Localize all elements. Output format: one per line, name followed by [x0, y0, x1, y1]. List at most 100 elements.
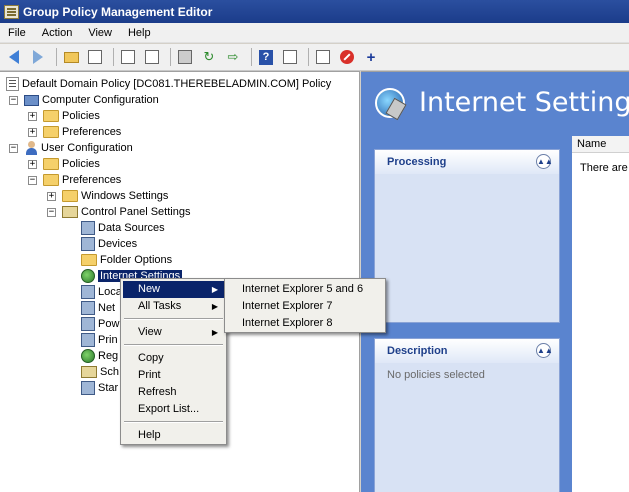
- menu-item-label: New: [138, 283, 161, 295]
- tree-label: Policies: [62, 110, 100, 122]
- help-icon[interactable]: ?: [256, 47, 276, 67]
- menu-item-view[interactable]: View ▶: [123, 324, 224, 341]
- folder-icon: [43, 110, 59, 122]
- tree-item-uc-policies[interactable]: + Policies: [28, 156, 100, 172]
- menu-item-new[interactable]: New ▶: [123, 281, 224, 298]
- tree-label: Windows Settings: [81, 190, 169, 202]
- copy-icon[interactable]: [118, 47, 138, 67]
- tree-item-printers[interactable]: Prin: [81, 332, 118, 348]
- user-icon: [24, 141, 38, 155]
- menu-item-label: View: [138, 326, 162, 338]
- tree-item-data-sources[interactable]: Data Sources: [81, 220, 165, 236]
- column-header-name[interactable]: Name: [572, 136, 629, 153]
- expand-toggle[interactable]: +: [28, 159, 37, 169]
- menu-help[interactable]: Help: [120, 27, 159, 39]
- filter-icon[interactable]: [313, 47, 333, 67]
- collapse-chevron-icon[interactable]: ▲▲: [536, 154, 553, 169]
- processing-panel: Processing ▲▲: [374, 149, 560, 323]
- menu-item-refresh[interactable]: Refresh: [123, 384, 224, 401]
- menu-item-ie5-6[interactable]: Internet Explorer 5 and 6: [227, 281, 383, 298]
- menu-item-ie7[interactable]: Internet Explorer 7: [227, 298, 383, 315]
- menu-item-all-tasks[interactable]: All Tasks ▶: [123, 298, 224, 315]
- menu-view[interactable]: View: [80, 27, 120, 39]
- forward-icon[interactable]: [28, 47, 48, 67]
- tree-label: Policies: [62, 158, 100, 170]
- expand-toggle[interactable]: +: [47, 191, 56, 201]
- details-title: Internet Settings: [419, 86, 629, 118]
- collapse-toggle[interactable]: −: [9, 95, 18, 105]
- collapse-chevron-icon[interactable]: ▲▲: [536, 343, 553, 358]
- tree-label: Preferences: [62, 126, 122, 138]
- gpme-app-icon: [4, 4, 19, 19]
- toolbar-separator: [308, 48, 309, 66]
- expand-toggle[interactable]: +: [28, 111, 37, 121]
- folder-options-icon: [81, 254, 97, 266]
- menu-item-help[interactable]: Help: [123, 427, 224, 444]
- internet-settings-icon: [81, 269, 95, 283]
- menu-item-print[interactable]: Print: [123, 367, 224, 384]
- tree-item-network-options[interactable]: Net: [81, 300, 115, 316]
- menu-item-copy[interactable]: Copy: [123, 350, 224, 367]
- tree-item-root[interactable]: Default Domain Policy [DC081.THEREBELADM…: [6, 76, 331, 92]
- folder-icon: [43, 158, 59, 170]
- collapse-toggle[interactable]: −: [28, 175, 37, 185]
- tree-item-user-configuration[interactable]: − User Configuration: [9, 140, 133, 156]
- control-panel-icon: [62, 206, 78, 218]
- items-list[interactable]: Name There are: [572, 136, 629, 492]
- collapse-toggle[interactable]: −: [9, 143, 18, 153]
- tree-label: Default Domain Policy [DC081.THEREBELADM…: [22, 78, 332, 90]
- refresh-icon[interactable]: ↻: [199, 47, 219, 67]
- description-header: Description ▲▲: [375, 339, 559, 363]
- tree-label: Data Sources: [98, 222, 165, 234]
- context-menu: New ▶ All Tasks ▶ View ▶ Copy Print Refr…: [120, 278, 227, 445]
- tree-item-regional-options[interactable]: Reg: [81, 348, 118, 364]
- menu-separator: [124, 318, 223, 320]
- export-list-icon[interactable]: ⇨: [223, 47, 243, 67]
- toolbar: ↻ ⇨ ? +: [0, 44, 629, 71]
- menu-item-ie8[interactable]: Internet Explorer 8: [227, 315, 383, 332]
- tree-item-windows-settings[interactable]: + Windows Settings: [47, 188, 168, 204]
- print-icon[interactable]: [175, 47, 195, 67]
- tree-label: Reg: [98, 350, 119, 362]
- add-icon[interactable]: +: [361, 47, 381, 67]
- tree-item-computer-configuration[interactable]: − Computer Configuration: [9, 92, 159, 108]
- tree-item-folder-options[interactable]: Folder Options: [81, 252, 172, 268]
- menu-item-export-list[interactable]: Export List...: [123, 401, 224, 418]
- start-menu-icon: [81, 381, 95, 395]
- stop-icon[interactable]: [337, 47, 357, 67]
- tree-label: Pow: [98, 318, 120, 330]
- tree-label: Devices: [98, 238, 138, 250]
- tree-item-start-menu[interactable]: Star: [81, 380, 118, 396]
- collapse-toggle[interactable]: −: [47, 207, 56, 217]
- expand-toggle[interactable]: +: [28, 127, 37, 137]
- printers-icon: [81, 333, 95, 347]
- toolbar-separator: [113, 48, 114, 66]
- tree-item-cc-preferences[interactable]: + Preferences: [28, 124, 121, 140]
- tree-item-power-options[interactable]: Pow: [81, 316, 119, 332]
- menu-file[interactable]: File: [0, 27, 34, 39]
- window-title: Group Policy Management Editor: [23, 4, 213, 19]
- tree-item-uc-preferences[interactable]: − Preferences: [28, 172, 121, 188]
- paste-icon[interactable]: [142, 47, 162, 67]
- toolbar-separator: [56, 48, 57, 66]
- submenu-arrow-icon: ▶: [211, 328, 218, 337]
- up-folder-icon[interactable]: [61, 47, 81, 67]
- tree-item-devices[interactable]: Devices: [81, 236, 137, 252]
- properties-icon[interactable]: [280, 47, 300, 67]
- tree-item-local-users[interactable]: Loca: [81, 284, 122, 300]
- menu-action[interactable]: Action: [34, 27, 81, 39]
- show-hide-tree-icon[interactable]: [85, 47, 105, 67]
- tree-label: Control Panel Settings: [81, 206, 191, 218]
- devices-icon: [81, 237, 95, 251]
- tree-label: User Configuration: [41, 142, 133, 154]
- tree-item-cc-policies[interactable]: + Policies: [28, 108, 100, 124]
- tree-label: Net: [98, 302, 116, 314]
- tree-item-control-panel-settings[interactable]: − Control Panel Settings: [47, 204, 190, 220]
- tree-label: Sch: [100, 366, 119, 378]
- folder-icon: [62, 190, 78, 202]
- description-panel: Description ▲▲ No policies selected: [374, 338, 560, 492]
- back-icon[interactable]: [4, 47, 24, 67]
- power-options-icon: [81, 317, 95, 331]
- internet-settings-large-icon: [371, 82, 411, 122]
- tree-item-scheduled-tasks[interactable]: Sch: [81, 364, 119, 380]
